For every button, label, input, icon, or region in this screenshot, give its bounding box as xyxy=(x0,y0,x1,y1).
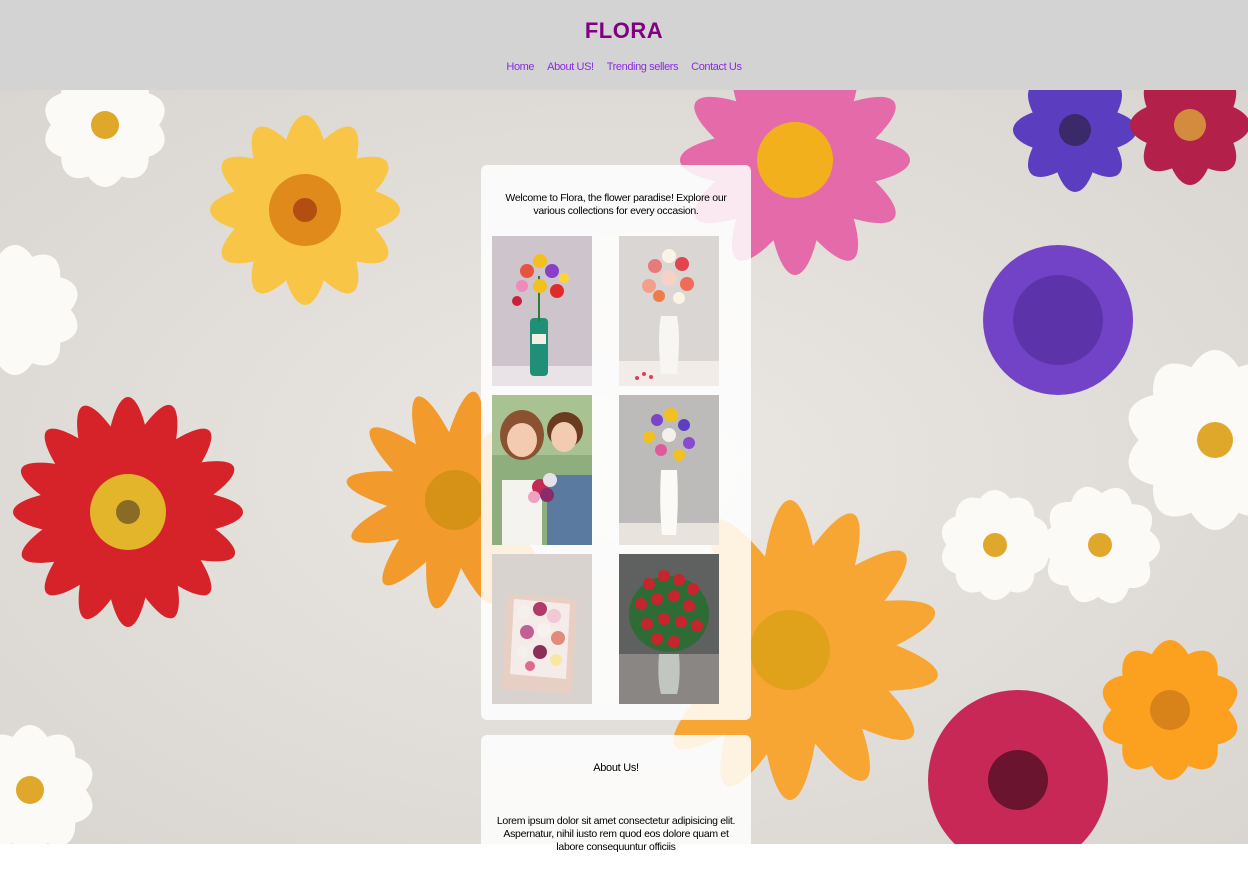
brand-title: FLORA xyxy=(584,18,664,43)
about-title: About Us! xyxy=(593,762,639,774)
welcome-text: Welcome to Flora, the flower paradise! E… xyxy=(505,192,727,217)
site-header: FLORA Home About US! Trending sellers Co… xyxy=(0,0,1248,90)
couple-bouquet-icon xyxy=(492,395,592,545)
main-nav: Home About US! Trending sellers Contact … xyxy=(0,61,1248,73)
nav-about-link[interactable]: About US! xyxy=(547,61,594,73)
valentine-vase-icon xyxy=(619,236,719,386)
flower-box-photo[interactable] xyxy=(492,554,592,704)
about-card: About Us! Lorem ipsum dolor sit amet con… xyxy=(481,735,751,875)
mixed-bouquet-vase-icon xyxy=(619,395,719,545)
nav-trending-link[interactable]: Trending sellers xyxy=(607,61,679,73)
birthday-bouquet-photo[interactable] xyxy=(492,236,592,386)
flower-box-icon xyxy=(492,554,592,704)
valentine-vase-photo[interactable] xyxy=(619,236,719,386)
red-roses-icon xyxy=(619,554,719,704)
red-roses-photo[interactable] xyxy=(619,554,719,704)
mixed-bouquet-vase-photo[interactable] xyxy=(619,395,719,545)
nav-contact-link[interactable]: Contact Us xyxy=(691,61,742,73)
welcome-card: Welcome to Flora, the flower paradise! E… xyxy=(481,165,751,720)
about-text: Lorem ipsum dolor sit amet consectetur a… xyxy=(496,815,736,853)
nav-home-link[interactable]: Home xyxy=(506,61,534,73)
couple-bouquet-photo[interactable] xyxy=(492,395,592,545)
birthday-bouquet-icon xyxy=(492,236,592,386)
